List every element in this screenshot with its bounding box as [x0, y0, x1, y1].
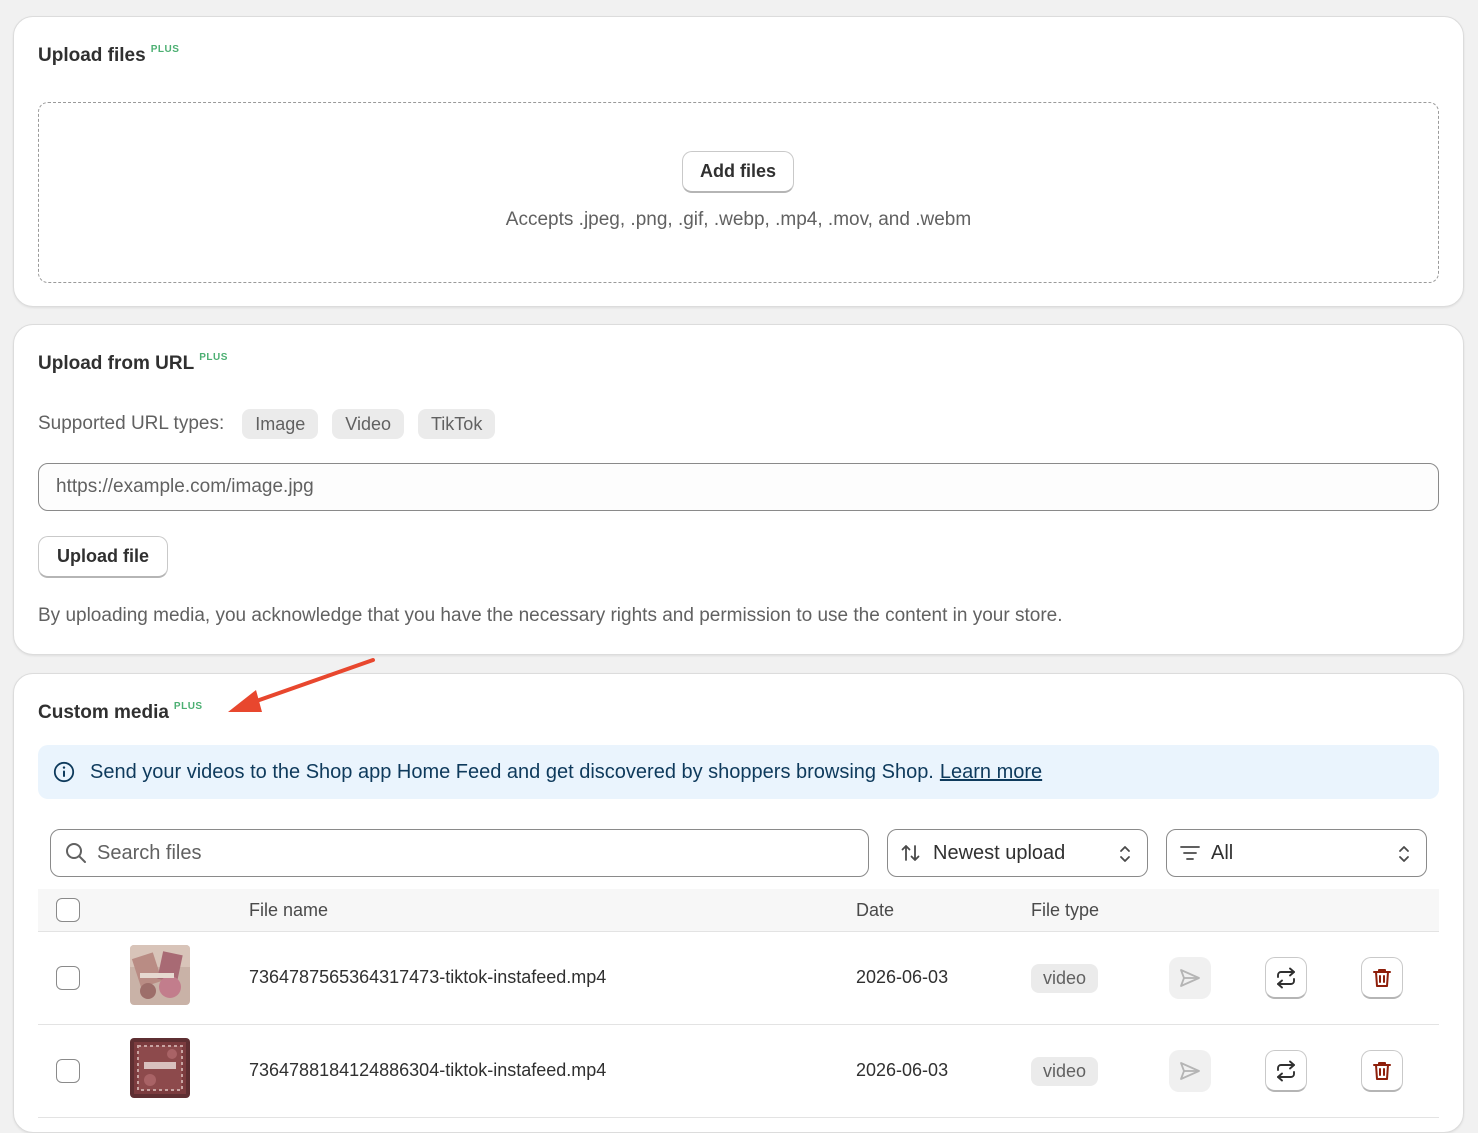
send-icon — [1178, 966, 1202, 990]
upload-url-title-text: Upload from URL — [38, 353, 195, 374]
accepted-formats-text: Accepts .jpeg, .png, .gif, .webp, .mp4, … — [505, 209, 972, 230]
custom-media-card: Custom media PLUS Send your videos to the… — [13, 673, 1464, 1133]
search-input[interactable]: Search files — [50, 829, 869, 877]
file-date: 2026-06-03 — [856, 967, 949, 987]
chevron-updown-icon — [1396, 843, 1412, 871]
upload-files-title: Upload files PLUS — [38, 44, 180, 67]
sort-select[interactable]: Newest upload — [887, 829, 1148, 877]
trash-icon — [1371, 967, 1393, 989]
file-name: 7364788184124886304-tiktok-instafeed.mp4 — [249, 1060, 607, 1080]
plus-badge: PLUS — [150, 44, 180, 55]
replace-icon — [1274, 966, 1298, 990]
file-name: 7364787565364317473-tiktok-instafeed.mp4 — [249, 967, 607, 987]
info-icon — [53, 761, 75, 783]
file-date: 2026-06-03 — [856, 1060, 949, 1080]
column-file-name: File name — [249, 900, 329, 920]
add-files-button[interactable]: Add files — [682, 151, 794, 193]
table-row[interactable]: 7364787565364317473-tiktok-instafeed.mp4… — [38, 932, 1439, 1025]
shop-feed-banner: Send your videos to the Shop app Home Fe… — [38, 745, 1439, 799]
table-header: File name Date File type — [38, 889, 1439, 932]
filter-lines-icon — [1179, 842, 1201, 864]
delete-file-button[interactable] — [1361, 957, 1403, 999]
url-type-chip-video: Video — [332, 409, 404, 439]
file-thumbnail[interactable] — [130, 945, 190, 1005]
file-type-filter-select[interactable]: All — [1166, 829, 1427, 877]
replace-file-button[interactable] — [1265, 957, 1307, 999]
upload-file-button[interactable]: Upload file — [38, 536, 168, 578]
url-type-chip-image: Image — [242, 409, 319, 439]
upload-files-card: Upload files PLUS Add files Accepts .jpeg… — [13, 16, 1464, 307]
row-checkbox[interactable] — [56, 1059, 80, 1083]
send-icon — [1178, 1059, 1202, 1083]
supported-url-types: Supported URL types: Image Video TikTok — [38, 409, 496, 439]
url-input-value: https://example.com/image.jpg — [56, 476, 314, 497]
filter-value: All — [1211, 841, 1234, 864]
chevron-updown-icon — [1117, 843, 1133, 871]
supported-url-types-label: Supported URL types: — [38, 413, 225, 434]
plus-badge: PLUS — [173, 701, 203, 712]
table-row[interactable]: 7364788184124886304-tiktok-instafeed.mp4… — [38, 1025, 1439, 1118]
file-thumbnail[interactable] — [130, 1038, 190, 1098]
plus-badge: PLUS — [199, 352, 228, 363]
upload-files-title-text: Upload files — [38, 45, 146, 66]
file-dropzone[interactable]: Add files Accepts .jpeg, .png, .gif, .we… — [38, 102, 1439, 283]
trash-icon — [1371, 1060, 1393, 1082]
upload-url-title: Upload from URL PLUS — [38, 352, 228, 375]
url-input[interactable]: https://example.com/image.jpg — [38, 463, 1439, 511]
send-to-shop-button[interactable] — [1169, 1050, 1211, 1092]
url-type-chip-tiktok: TikTok — [417, 409, 496, 439]
search-placeholder: Search files — [97, 841, 202, 864]
delete-file-button[interactable] — [1361, 1050, 1403, 1092]
upload-from-url-card: Upload from URL PLUS Supported URL types:… — [13, 324, 1464, 655]
custom-media-title-text: Custom media — [38, 702, 169, 723]
file-type-badge: video — [1031, 1057, 1099, 1086]
search-icon — [65, 842, 87, 864]
send-to-shop-button[interactable] — [1169, 957, 1211, 999]
file-type-badge: video — [1031, 964, 1099, 993]
rights-disclaimer: By uploading media, you acknowledge that… — [38, 605, 1063, 626]
row-checkbox[interactable] — [56, 966, 80, 990]
annotation-arrow — [228, 658, 375, 712]
banner-text: Send your videos to the Shop app Home Fe… — [90, 760, 934, 783]
custom-media-title: Custom media PLUS — [38, 701, 203, 724]
column-date: Date — [856, 900, 895, 920]
column-file-type: File type — [1031, 900, 1100, 920]
sort-value: Newest upload — [933, 841, 1066, 864]
learn-more-link[interactable]: Learn more — [940, 761, 1042, 784]
sort-arrows-icon — [900, 842, 922, 864]
replace-icon — [1274, 1059, 1298, 1083]
select-all-checkbox[interactable] — [56, 898, 80, 922]
replace-file-button[interactable] — [1265, 1050, 1307, 1092]
